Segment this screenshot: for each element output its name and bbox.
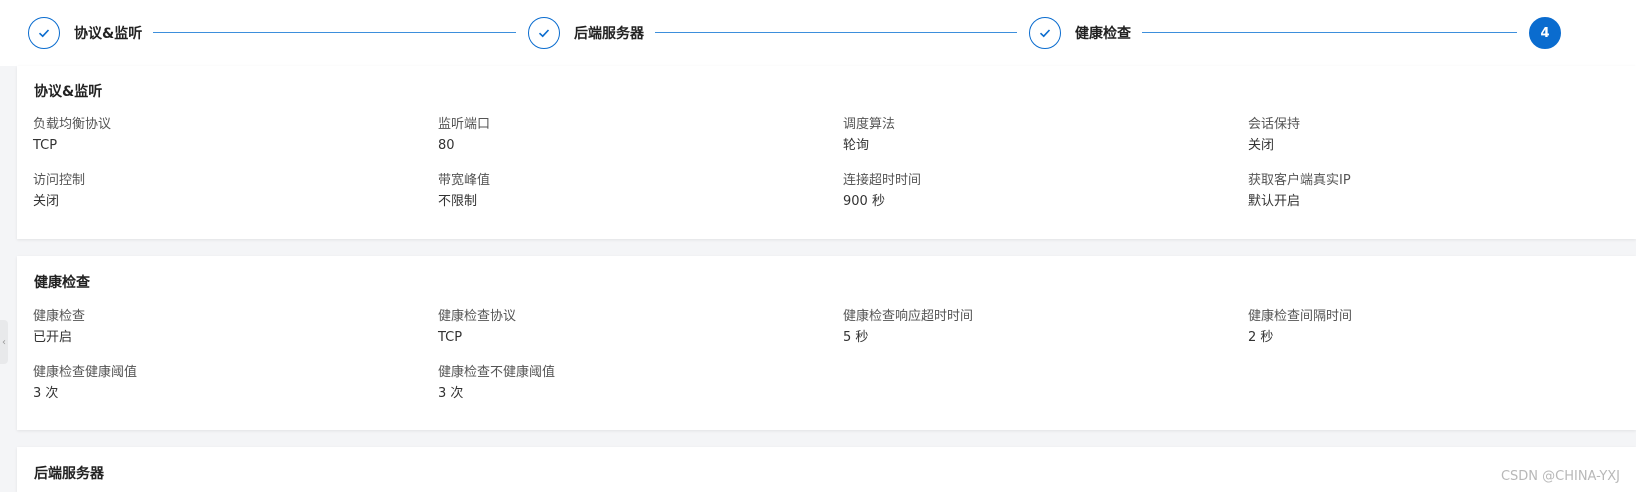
field-health-check-interval: 健康检查间隔时间 2 秒 [1248, 309, 1353, 345]
health-card-title: 健康检查 [34, 275, 90, 291]
field-listen-port: 监听端口 80 [438, 117, 491, 153]
field-connection-timeout: 连接超时时间 900 秒 [843, 173, 922, 209]
watermark: CSDN @CHINA-YXJ [1500, 469, 1620, 484]
health-check-card: 健康检查 健康检查 已开启 健康检查协议 TCP 健康检查响应超时时间 5 秒 … [17, 256, 1636, 430]
field-lb-protocol: 负载均衡协议 TCP [33, 117, 112, 153]
check-icon [528, 17, 560, 49]
listener-card: 协议&监听 负载均衡协议 TCP 监听端口 80 调度算法 轮询 会话保持 关闭… [17, 66, 1636, 239]
field-health-check-timeout: 健康检查响应超时时间 5 秒 [843, 309, 974, 345]
listener-card-title: 协议&监听 [34, 84, 103, 100]
check-icon [28, 17, 60, 49]
field-client-real-ip: 获取客户端真实IP 默认开启 [1248, 173, 1351, 209]
step-connector-1 [153, 32, 516, 33]
step-2[interactable]: 后端服务器 [528, 16, 644, 50]
chevron-left-icon: ‹ [2, 336, 6, 348]
step-4-number: 4 [1529, 17, 1561, 49]
step-3-label: 健康检查 [1075, 26, 1131, 42]
field-health-check: 健康检查 已开启 [33, 309, 86, 345]
wizard-stepper: 协议&监听 后端服务器 健康检查 4 [0, 0, 1636, 66]
step-connector-2 [655, 32, 1017, 33]
field-session-persistence: 会话保持 关闭 [1248, 117, 1301, 153]
step-4[interactable]: 4 [1529, 16, 1561, 50]
field-unhealthy-threshold: 健康检查不健康阈值 3 次 [438, 365, 556, 401]
field-access-control: 访问控制 关闭 [33, 173, 86, 209]
step-1[interactable]: 协议&监听 [28, 16, 142, 50]
step-3[interactable]: 健康检查 [1029, 16, 1131, 50]
step-1-label: 协议&监听 [74, 26, 143, 42]
field-healthy-threshold: 健康检查健康阈值 3 次 [33, 365, 138, 401]
field-health-check-protocol: 健康检查协议 TCP [438, 309, 517, 345]
step-2-label: 后端服务器 [574, 26, 644, 42]
field-bandwidth-peak: 带宽峰值 不限制 [438, 173, 491, 209]
backend-card: 后端服务器 [17, 447, 1636, 492]
step-connector-3 [1142, 32, 1517, 33]
sidebar-collapse-handle[interactable]: ‹ [0, 320, 8, 364]
check-icon [1029, 17, 1061, 49]
backend-card-title: 后端服务器 [34, 466, 104, 482]
field-scheduler: 调度算法 轮询 [843, 117, 896, 153]
